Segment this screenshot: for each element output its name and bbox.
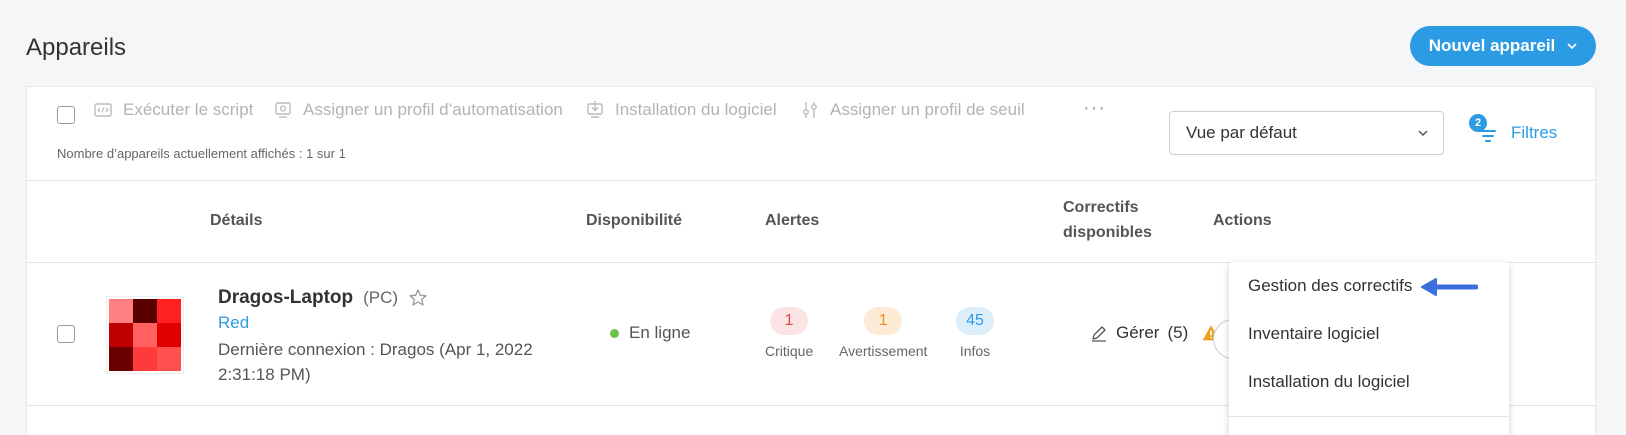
new-device-label: Nouvel appareil — [1428, 36, 1556, 55]
menu-item-software-install[interactable]: Installation du logiciel — [1248, 372, 1410, 392]
alert-warning-count: 1 — [864, 307, 903, 335]
avatar-cell — [133, 347, 157, 371]
row-checkbox[interactable] — [57, 325, 75, 343]
avatar-cell — [133, 323, 157, 347]
star-icon[interactable] — [408, 288, 428, 308]
filter-icon: 2 — [1469, 114, 1497, 144]
run-script-label: Exécuter le script — [123, 100, 254, 119]
alert-info-count: 45 — [956, 307, 994, 335]
manage-patches-link[interactable]: Gérer (5) — [1090, 323, 1220, 343]
arrow-left-icon — [1421, 278, 1478, 296]
chevron-down-icon — [1567, 43, 1577, 50]
pen-icon — [1092, 326, 1106, 342]
automation-profile-icon — [275, 102, 291, 118]
alert-critical[interactable]: 1 Critique — [765, 307, 813, 359]
availability-label: En ligne — [629, 323, 691, 342]
filters-button[interactable]: 2 Filtres — [1469, 113, 1558, 153]
assign-automation-label: Assigner un profil d’automatisation — [303, 100, 563, 119]
column-header-patches[interactable]: Correctifs disponibles — [1063, 195, 1152, 245]
view-select[interactable]: Vue par défaut — [1169, 111, 1444, 155]
avatar-cell — [109, 347, 133, 371]
more-actions-button[interactable]: ··· — [1083, 97, 1106, 120]
manage-patches-count: (5) — [1167, 323, 1189, 342]
assign-threshold-label: Assigner un profil de seuil — [830, 100, 1025, 119]
alert-info[interactable]: 45 Infos — [956, 307, 994, 359]
table-header: Détails Disponibilité Alertes Correctifs… — [27, 181, 1595, 263]
avatar-cell — [133, 299, 157, 323]
filter-count-badge: 2 — [1469, 114, 1487, 132]
page-title: Appareils — [26, 34, 127, 61]
device-name-line: Dragos-Laptop (PC) — [218, 287, 428, 309]
device-last-connection: Dernière connexion : Dragos (Apr 1, 2022… — [218, 340, 533, 384]
install-icon — [587, 101, 603, 118]
menu-item-software-inventory[interactable]: Inventaire logiciel — [1248, 324, 1379, 344]
menu-separator — [1229, 416, 1509, 417]
install-software-label: Installation du logiciel — [615, 100, 777, 119]
chevron-down-icon — [1418, 130, 1428, 137]
assign-automation-action[interactable]: Assigner un profil d’automatisation — [273, 99, 563, 121]
column-header-details[interactable]: Détails — [210, 208, 262, 233]
menu-item-patch-management[interactable]: Gestion des correctifs — [1248, 276, 1412, 296]
online-dot-icon — [610, 328, 619, 338]
install-software-action[interactable]: Installation du logiciel — [585, 99, 777, 121]
select-all-checkbox[interactable] — [57, 106, 75, 124]
avatar-cell — [157, 299, 181, 323]
sliders-icon — [803, 102, 817, 118]
alert-critical-count: 1 — [770, 307, 809, 335]
alert-critical-label: Critique — [765, 343, 814, 359]
alert-warning-label: Avertissement — [839, 343, 928, 359]
avatar-cell — [109, 299, 133, 323]
toolbar: Exécuter le script Assigner un profil d’… — [27, 87, 1595, 181]
column-header-alerts[interactable]: Alertes — [765, 208, 819, 233]
column-header-availability[interactable]: Disponibilité — [586, 208, 682, 233]
new-device-button[interactable]: Nouvel appareil — [1410, 26, 1596, 66]
assign-threshold-action[interactable]: Assigner un profil de seuil — [800, 99, 1025, 121]
avatar-cell — [157, 323, 181, 347]
availability-status: En ligne — [610, 323, 690, 343]
avatar-cell — [157, 347, 181, 371]
device-name[interactable]: Dragos-Laptop — [218, 287, 353, 309]
avatar-cell — [109, 323, 133, 347]
view-select-value: Vue par défaut — [1186, 123, 1297, 142]
avatar — [107, 297, 183, 373]
filters-label: Filtres — [1511, 123, 1558, 142]
script-icon — [94, 103, 112, 117]
alert-warning[interactable]: 1 Avertissement — [839, 307, 927, 359]
device-count: Nombre d’appareils actuellement affichés… — [57, 146, 346, 161]
device-group-link[interactable]: Red — [218, 313, 249, 333]
manage-patches-label: Gérer — [1116, 323, 1160, 342]
column-header-patches-line2: disponibles — [1063, 224, 1152, 241]
alert-info-label: Infos — [959, 343, 991, 359]
run-script-action[interactable]: Exécuter le script — [93, 99, 253, 121]
column-header-actions: Actions — [1213, 212, 1272, 229]
column-header-patches-line1: Correctifs — [1063, 199, 1139, 216]
device-type: (PC) — [363, 288, 399, 307]
